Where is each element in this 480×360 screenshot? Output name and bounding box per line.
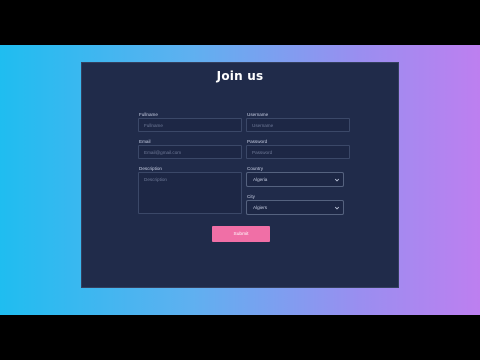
username-input[interactable]: Username (246, 118, 350, 132)
description-label: Description (139, 166, 162, 171)
letterbox-bottom (0, 315, 480, 360)
form-title: Join us (216, 69, 264, 83)
country-label: Country (247, 166, 264, 171)
password-input[interactable]: Password (246, 145, 350, 159)
submit-button[interactable]: Submit (212, 226, 270, 242)
password-label: Password (247, 139, 268, 144)
chevron-down-icon (334, 206, 340, 209)
city-select-value: Algiers (253, 205, 268, 210)
signup-form-card: Join us Fullname Fullname Username Usern… (81, 62, 399, 288)
country-select[interactable]: Algeria (246, 172, 344, 187)
chevron-down-icon (334, 178, 340, 181)
description-textarea[interactable]: Description (138, 172, 242, 214)
fullname-label: Fullname (139, 112, 158, 117)
fullname-input[interactable]: Fullname (138, 118, 242, 132)
letterbox-top (0, 0, 480, 45)
gradient-background: Join us Fullname Fullname Username Usern… (0, 45, 480, 315)
email-label: Email (139, 139, 151, 144)
username-label: Username (247, 112, 269, 117)
country-select-value: Algeria (253, 177, 268, 182)
email-input[interactable]: Email@gmail.com (138, 145, 242, 159)
city-select[interactable]: Algiers (246, 200, 344, 215)
city-label: City (247, 194, 255, 199)
